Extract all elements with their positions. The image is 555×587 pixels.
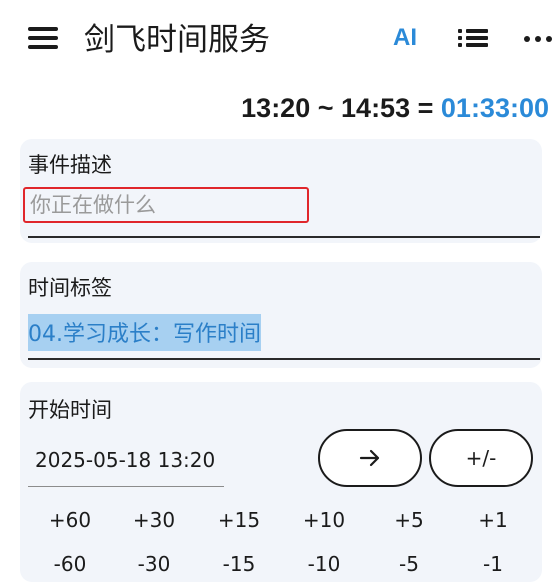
adjust-minus-1[interactable]: -1: [483, 552, 503, 576]
summary-end-time: 14:53: [341, 93, 411, 123]
event-description-label: 事件描述: [28, 153, 112, 177]
list-icon[interactable]: [458, 28, 488, 48]
adjust-plus-5[interactable]: +5: [394, 508, 423, 532]
event-description-input[interactable]: [23, 187, 309, 223]
summary-tilde: ~: [317, 93, 334, 123]
adjust-minus-30[interactable]: -30: [138, 552, 171, 576]
adjust-plus-15[interactable]: +15: [218, 508, 260, 532]
event-description-card: 事件描述: [20, 139, 542, 243]
time-tag-card: 时间标签 04.学习成长：写作时间: [20, 262, 542, 368]
time-tag-underline: [28, 358, 540, 360]
arrow-right-icon: [359, 449, 380, 467]
next-arrow-button[interactable]: [318, 429, 422, 487]
adjust-minus-60[interactable]: -60: [54, 552, 87, 576]
event-description-underline: [28, 236, 540, 238]
app-bar: 剑飞时间服务 AI: [0, 0, 555, 80]
start-time-input[interactable]: 2025-05-18 13:20: [35, 448, 215, 472]
summary-duration: 01:33:00: [440, 93, 549, 123]
start-time-underline: [28, 486, 224, 487]
summary-start-time: 13:20: [241, 93, 311, 123]
adjust-plus-60[interactable]: +60: [49, 508, 91, 532]
time-tag-value[interactable]: 04.学习成长：写作时间: [28, 314, 261, 351]
ai-button[interactable]: AI: [393, 24, 417, 52]
adjust-minus-5[interactable]: -5: [399, 552, 419, 576]
adjust-plus-30[interactable]: +30: [133, 508, 175, 532]
adjust-minus-15[interactable]: -15: [223, 552, 256, 576]
adjust-plus-1[interactable]: +1: [478, 508, 507, 532]
more-dots-icon[interactable]: [524, 36, 554, 42]
summary-equals: =: [417, 93, 434, 123]
start-time-label: 开始时间: [28, 398, 112, 422]
app-title: 剑飞时间服务: [84, 22, 270, 58]
time-tag-label: 时间标签: [28, 276, 112, 300]
adjust-minus-10[interactable]: -10: [308, 552, 341, 576]
adjust-plus-10[interactable]: +10: [303, 508, 345, 532]
time-summary: 13:20 ~ 14:53 = 01:33:00: [241, 93, 549, 124]
hamburger-menu-icon[interactable]: [28, 25, 60, 51]
plus-minus-button[interactable]: +/-: [429, 429, 533, 487]
start-time-card: 开始时间 2025-05-18 13:20 +/- +60 +30 +15 +1…: [20, 382, 542, 582]
